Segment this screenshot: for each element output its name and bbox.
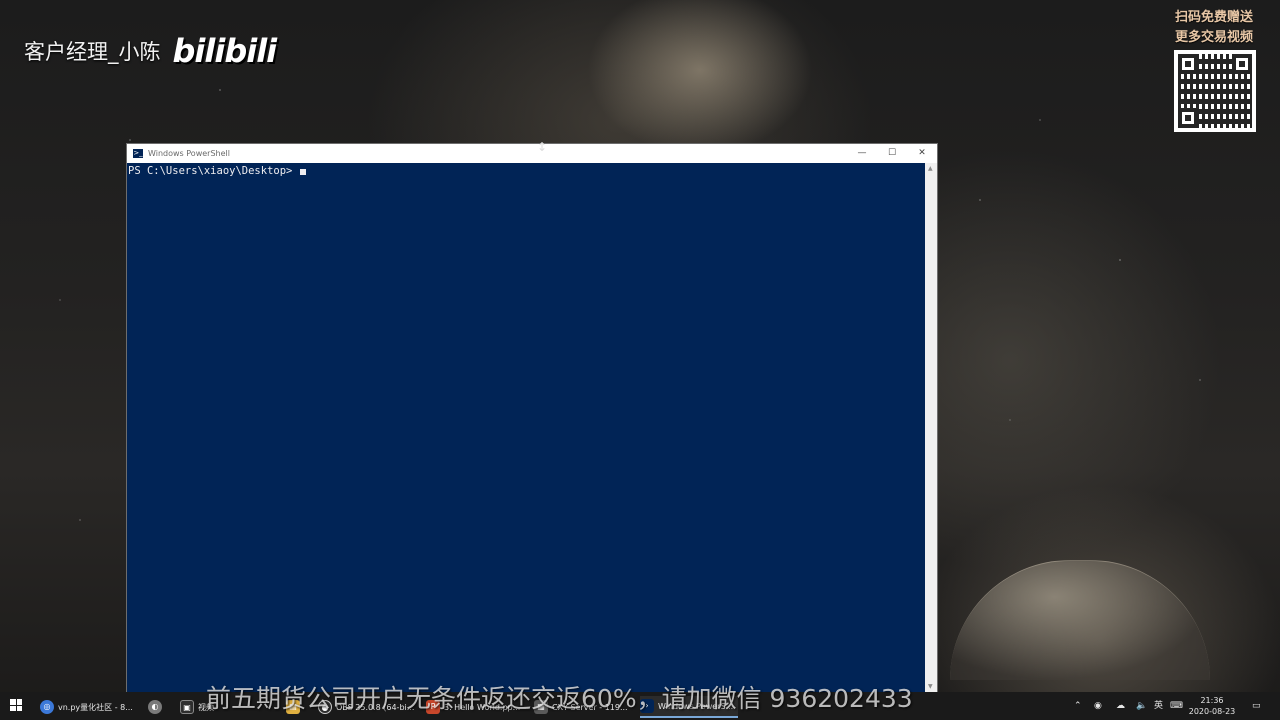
windows-logo-pane	[10, 705, 16, 711]
qr-finder-top-right	[1232, 54, 1252, 74]
video-icon: ▣	[180, 700, 194, 714]
network-icon[interactable]: ◉	[1094, 692, 1102, 720]
qr-promo-line1: 扫码免费赠送	[1174, 10, 1253, 25]
powershell-icon[interactable]: >_	[133, 149, 143, 158]
qr-promo-text: 扫码免费赠送 更多交易视频	[1164, 8, 1264, 48]
volume-icon[interactable]: 🔈	[1136, 692, 1147, 720]
clock[interactable]: 21:36 2020-08-23	[1182, 695, 1242, 717]
show-hidden-icons-chevron-icon[interactable]: ⌃	[1074, 692, 1082, 720]
onedrive-icon[interactable]: ☁	[1116, 692, 1125, 720]
qr-code	[1174, 50, 1256, 132]
minimize-button[interactable]: —	[847, 144, 877, 163]
qr-promo-line2: 更多交易视频	[1174, 30, 1253, 45]
windows-logo-pane	[16, 699, 22, 705]
close-button[interactable]: ✕	[907, 144, 937, 163]
scroll-up-arrow-icon[interactable]: ▲	[928, 165, 933, 172]
windows-logo-pane	[10, 699, 16, 705]
maximize-button[interactable]: ☐	[877, 144, 907, 163]
console-prompt: PS C:\Users\xiaoy\Desktop>	[128, 165, 293, 177]
qr-finder-top-left	[1178, 54, 1198, 74]
streamer-branding: 客户经理_小陈 bilibili	[24, 32, 278, 70]
taskbar-item-browser[interactable]: ◎ vn.py量化社区 - 8...	[40, 696, 136, 718]
powershell-titlebar[interactable]: >_ Windows PowerShell — ☐ ✕	[127, 144, 937, 163]
taskbar-item-app[interactable]: ◐	[148, 696, 170, 718]
resize-cursor-icon: ↕	[537, 140, 548, 154]
promo-banner: 前五期货公司开户无条件返还交返60%，请加微信 936202433	[206, 684, 913, 713]
streamer-name: 客户经理_小陈	[24, 40, 161, 64]
text-cursor	[300, 169, 307, 175]
app-icon: ◐	[148, 700, 162, 714]
browser-icon: ◎	[40, 700, 54, 714]
windows-logo-pane	[16, 705, 22, 711]
start-button[interactable]	[10, 699, 22, 711]
vertical-scrollbar[interactable]: ▲ ▼	[925, 163, 937, 692]
bilibili-logo: bilibili	[172, 32, 278, 70]
input-language[interactable]: 英	[1154, 692, 1163, 720]
notification-center-icon[interactable]: ▭	[1252, 692, 1261, 720]
window-title: Windows PowerShell	[148, 149, 230, 158]
clock-time: 21:36	[1200, 696, 1224, 705]
qr-code-pattern	[1178, 54, 1252, 128]
taskbar-item-label: vn.py量化社区 - 8...	[58, 702, 133, 712]
console-area[interactable]: PS C:\Users\xiaoy\Desktop>	[127, 163, 925, 692]
clock-date: 2020-08-23	[1188, 707, 1236, 716]
qr-finder-bottom-left	[1178, 108, 1198, 128]
powershell-window[interactable]: >_ Windows PowerShell — ☐ ✕ PS C:\Users\…	[126, 143, 938, 693]
